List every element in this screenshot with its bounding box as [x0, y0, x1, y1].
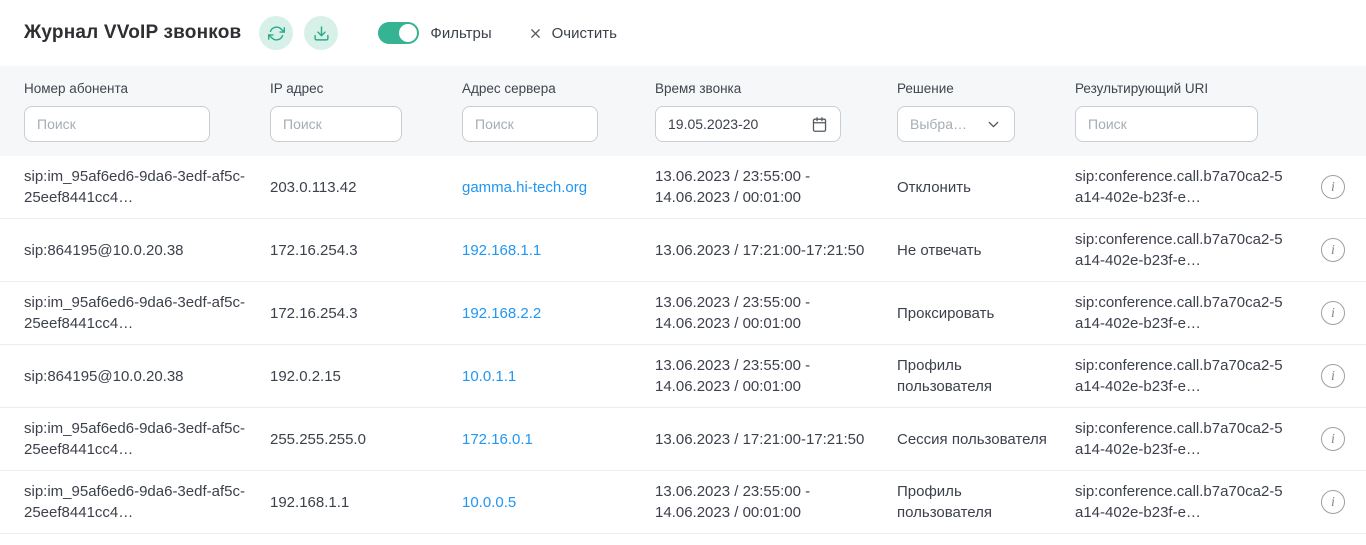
table-row: sip:im_95af6ed6-9da6-3edf-af5c-25eef8441… — [0, 156, 1366, 219]
refresh-icon — [268, 25, 285, 42]
server-address-link[interactable]: 10.0.0.5 — [462, 494, 516, 511]
server-address-link[interactable]: 10.0.1.1 — [462, 368, 516, 385]
call-time-date-input[interactable]: 19.05.2023-20 — [655, 106, 841, 142]
column-label-call-time: Время звонка — [655, 81, 877, 96]
toggle-knob — [399, 24, 417, 42]
filter-call-time: Время звонка 19.05.2023-20 — [655, 81, 897, 142]
uri-cell: sip:conference.call.b7a70ca2-5a14-402e-b… — [1075, 166, 1310, 208]
info-icon[interactable]: i — [1321, 175, 1345, 199]
subscriber-cell: sip:im_95af6ed6-9da6-3edf-af5c-25eef8441… — [24, 166, 270, 208]
time-cell: 13.06.2023 / 17:21:00-17:21:50 — [655, 240, 897, 261]
time-cell: 13.06.2023 / 23:55:00 - 14.06.2023 / 00:… — [655, 292, 897, 334]
row-info-cell: i — [1310, 301, 1366, 325]
server-address-link[interactable]: 192.168.1.1 — [462, 242, 541, 259]
server-search-input[interactable] — [462, 106, 598, 142]
ip-cell: 172.16.254.3 — [270, 240, 462, 261]
toolbar: Журнал VVoIP звонков Фильтры — [0, 0, 1366, 66]
chevron-down-icon — [985, 116, 1002, 133]
ip-cell: 172.16.254.3 — [270, 303, 462, 324]
ip-cell: 192.0.2.15 — [270, 366, 462, 387]
clear-filters-button[interactable]: Очистить — [528, 25, 617, 42]
info-icon[interactable]: i — [1321, 490, 1345, 514]
time-cell: 13.06.2023 / 17:21:00-17:21:50 — [655, 429, 897, 450]
info-icon[interactable]: i — [1321, 238, 1345, 262]
decision-select[interactable]: Выбра… — [897, 106, 1015, 142]
server-cell: 10.0.1.1 — [462, 366, 655, 387]
row-info-cell: i — [1310, 238, 1366, 262]
filter-bar: Номер абонента IP адрес Адрес сервера Вр… — [0, 66, 1366, 156]
decision-cell: Профиль пользователя — [897, 355, 1075, 397]
column-label-subscriber: Номер абонента — [24, 81, 250, 96]
decision-cell: Профиль пользователя — [897, 481, 1075, 523]
server-cell: gamma.hi-tech.org — [462, 177, 655, 198]
subscriber-cell: sip:im_95af6ed6-9da6-3edf-af5c-25eef8441… — [24, 292, 270, 334]
time-cell: 13.06.2023 / 23:55:00 - 14.06.2023 / 00:… — [655, 481, 897, 523]
table-row: sip:im_95af6ed6-9da6-3edf-af5c-25eef8441… — [0, 282, 1366, 345]
uri-search-input[interactable] — [1075, 106, 1258, 142]
uri-cell: sip:conference.call.b7a70ca2-5a14-402e-b… — [1075, 229, 1310, 271]
table-row: sip:864195@10.0.20.38172.16.254.3192.168… — [0, 219, 1366, 282]
server-cell: 192.168.1.1 — [462, 240, 655, 261]
decision-cell: Сессия пользователя — [897, 429, 1075, 450]
page-title: Журнал VVoIP звонков — [24, 22, 241, 44]
uri-cell: sip:conference.call.b7a70ca2-5a14-402e-b… — [1075, 355, 1310, 397]
column-label-uri: Результирующий URI — [1075, 81, 1290, 96]
filter-uri: Результирующий URI — [1075, 81, 1310, 142]
column-label-decision: Решение — [897, 81, 1055, 96]
row-info-cell: i — [1310, 427, 1366, 451]
server-address-link[interactable]: 192.168.2.2 — [462, 305, 541, 322]
filter-decision: Решение Выбра… — [897, 81, 1075, 142]
subscriber-cell: sip:im_95af6ed6-9da6-3edf-af5c-25eef8441… — [24, 418, 270, 460]
ip-cell: 255.255.255.0 — [270, 429, 462, 450]
info-icon[interactable]: i — [1321, 364, 1345, 388]
ip-cell: 192.168.1.1 — [270, 492, 462, 513]
subscriber-cell: sip:864195@10.0.20.38 — [24, 240, 270, 261]
column-label-ip: IP адрес — [270, 81, 442, 96]
uri-cell: sip:conference.call.b7a70ca2-5a14-402e-b… — [1075, 292, 1310, 334]
filters-toggle[interactable] — [378, 22, 419, 44]
row-info-cell: i — [1310, 175, 1366, 199]
info-icon[interactable]: i — [1321, 427, 1345, 451]
filter-server: Адрес сервера — [462, 81, 655, 142]
filters-toggle-label: Фильтры — [430, 25, 491, 42]
table-row: sip:im_95af6ed6-9da6-3edf-af5c-25eef8441… — [0, 471, 1366, 534]
filter-subscriber: Номер абонента — [24, 81, 270, 142]
row-info-cell: i — [1310, 490, 1366, 514]
decision-select-value: Выбра… — [910, 116, 967, 132]
refresh-button[interactable] — [259, 16, 293, 50]
server-address-link[interactable]: gamma.hi-tech.org — [462, 179, 587, 196]
server-cell: 10.0.0.5 — [462, 492, 655, 513]
date-range-value: 19.05.2023-20 — [668, 116, 758, 132]
calendar-icon — [811, 116, 828, 133]
column-label-server: Адрес сервера — [462, 81, 635, 96]
filter-ip: IP адрес — [270, 81, 462, 142]
server-cell: 172.16.0.1 — [462, 429, 655, 450]
info-icon[interactable]: i — [1321, 301, 1345, 325]
time-cell: 13.06.2023 / 23:55:00 - 14.06.2023 / 00:… — [655, 355, 897, 397]
decision-cell: Проксировать — [897, 303, 1075, 324]
table-row: sip:864195@10.0.20.38192.0.2.1510.0.1.1 1… — [0, 345, 1366, 408]
subscriber-cell: sip:864195@10.0.20.38 — [24, 366, 270, 387]
uri-cell: sip:conference.call.b7a70ca2-5a14-402e-b… — [1075, 418, 1310, 460]
decision-cell: Отклонить — [897, 177, 1075, 198]
uri-cell: sip:conference.call.b7a70ca2-5a14-402e-b… — [1075, 481, 1310, 523]
time-cell: 13.06.2023 / 23:55:00 - 14.06.2023 / 00:… — [655, 166, 897, 208]
row-info-cell: i — [1310, 364, 1366, 388]
clear-filters-label: Очистить — [552, 25, 617, 42]
download-button[interactable] — [304, 16, 338, 50]
server-cell: 192.168.2.2 — [462, 303, 655, 324]
ip-cell: 203.0.113.42 — [270, 177, 462, 198]
subscriber-search-input[interactable] — [24, 106, 210, 142]
table-row: sip:im_95af6ed6-9da6-3edf-af5c-25eef8441… — [0, 408, 1366, 471]
decision-cell: Не отвечать — [897, 240, 1075, 261]
download-icon — [313, 25, 330, 42]
ip-search-input[interactable] — [270, 106, 402, 142]
close-icon — [528, 26, 543, 41]
subscriber-cell: sip:im_95af6ed6-9da6-3edf-af5c-25eef8441… — [24, 481, 270, 523]
table-body: sip:im_95af6ed6-9da6-3edf-af5c-25eef8441… — [0, 156, 1366, 534]
server-address-link[interactable]: 172.16.0.1 — [462, 431, 533, 448]
